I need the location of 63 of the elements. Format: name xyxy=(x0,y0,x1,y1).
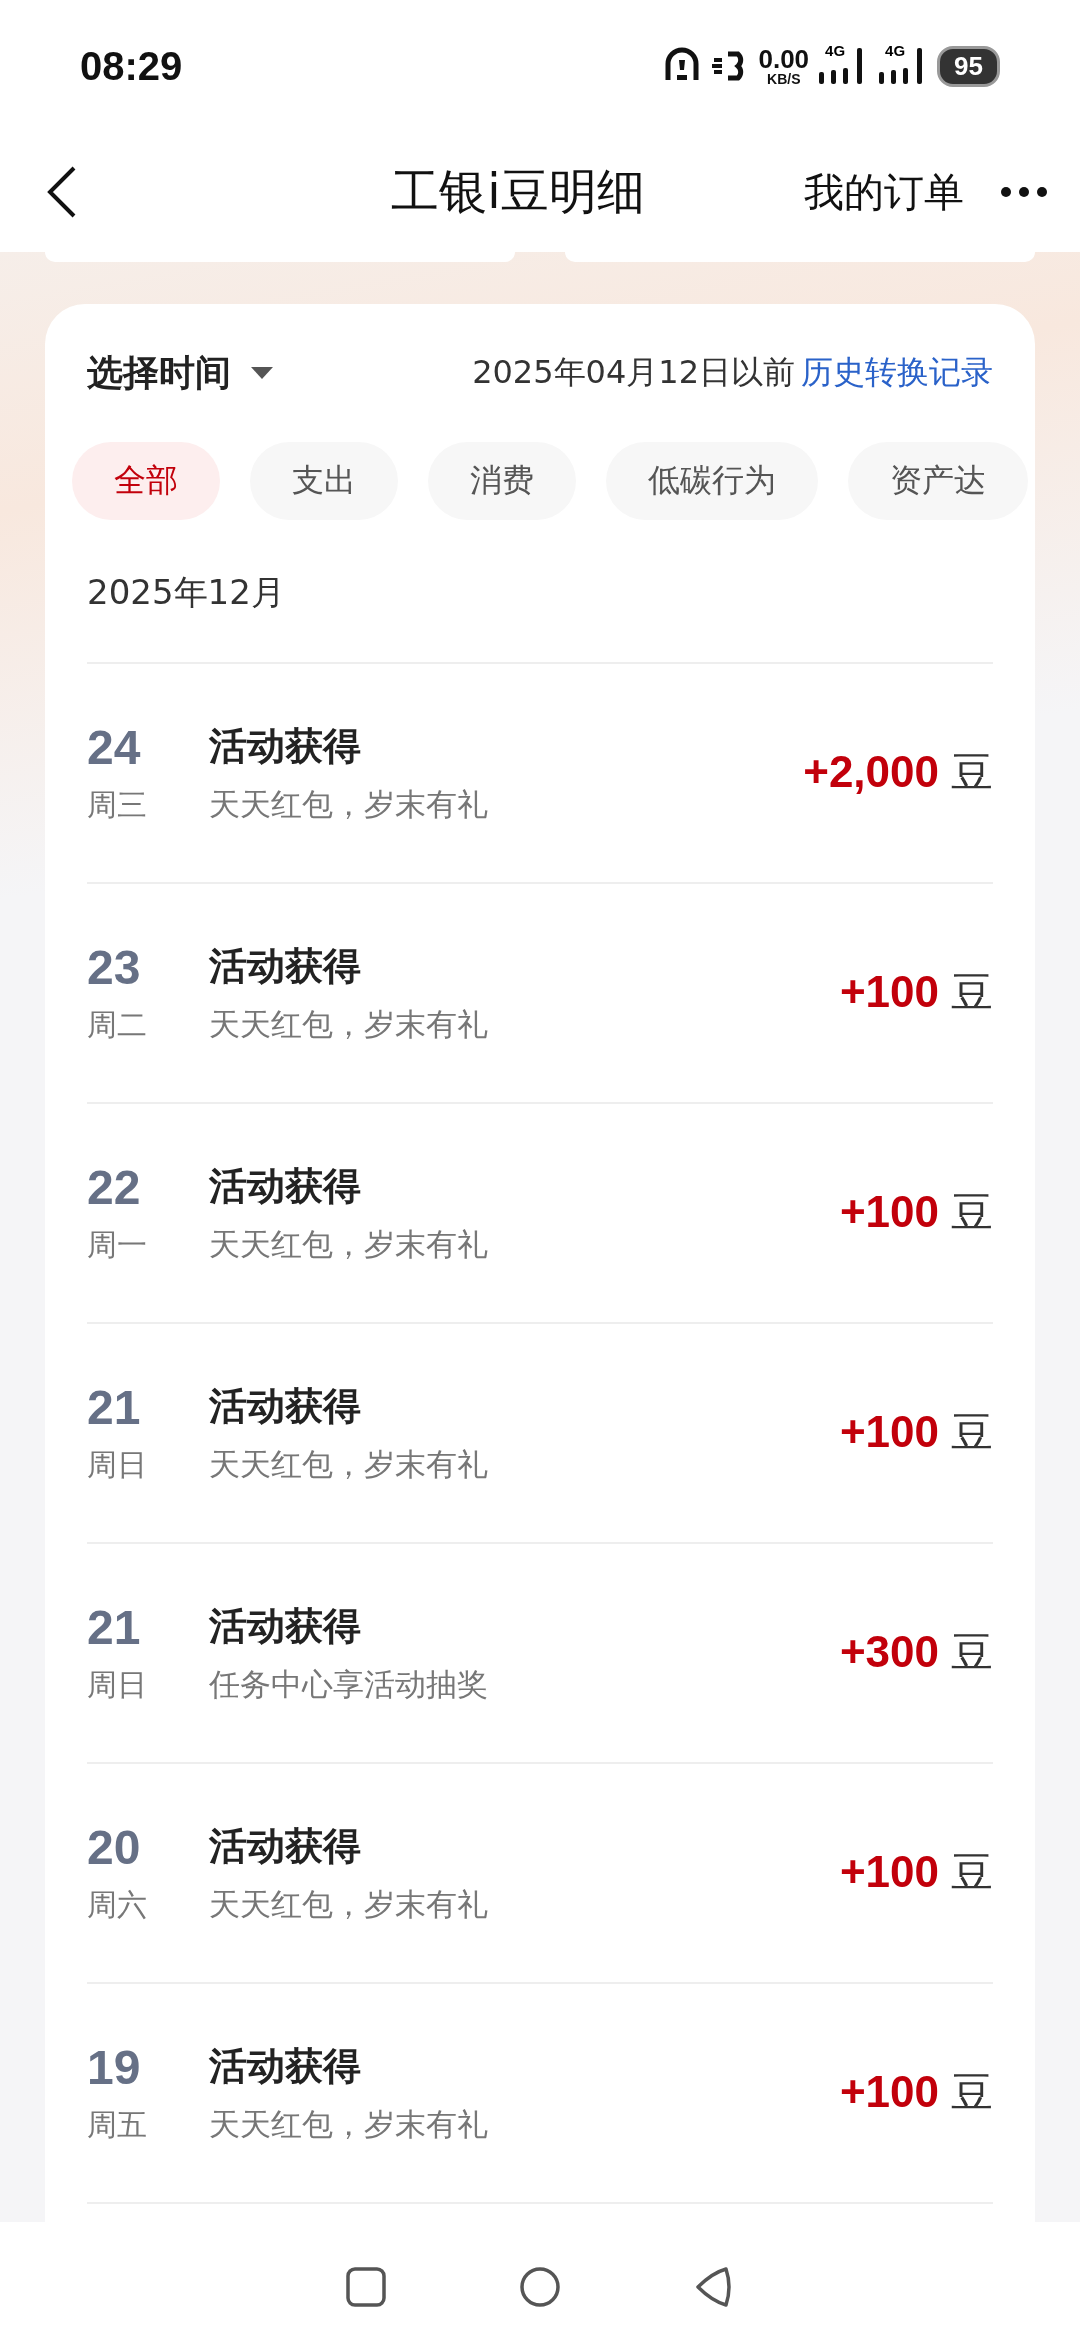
recent-apps-icon[interactable] xyxy=(344,2265,388,2309)
weekday: 周二 xyxy=(87,1006,148,1044)
day-number: 22 xyxy=(87,1160,142,1215)
amount: +100 xyxy=(839,1407,939,1457)
status-time: 08:29 xyxy=(80,43,183,89)
amount-unit: 豆 xyxy=(951,1627,993,1679)
day-number: 21 xyxy=(87,1600,142,1655)
amount: +2,000 xyxy=(803,747,939,797)
amount: +100 xyxy=(839,1847,939,1897)
weekday: 周六 xyxy=(87,1886,148,1924)
home-icon[interactable] xyxy=(518,2265,562,2309)
amount-unit: 豆 xyxy=(951,1847,993,1899)
weekday: 周三 xyxy=(87,786,148,824)
filter-chip[interactable]: 支出 xyxy=(250,442,398,520)
amount-unit: 豆 xyxy=(951,747,993,799)
day-number: 20 xyxy=(87,1820,142,1875)
record-title: 活动获得 xyxy=(209,1162,362,1210)
page-title: 工银i豆明细 xyxy=(390,162,646,221)
record-description: 天天红包，岁末有礼 xyxy=(209,1224,489,1264)
day-number: 23 xyxy=(87,940,142,995)
record-description: 任务中心享活动抽奖 xyxy=(209,1664,489,1704)
amount: +300 xyxy=(839,1627,939,1677)
record-title: 活动获得 xyxy=(209,1382,362,1430)
weekday: 周一 xyxy=(87,1226,148,1264)
amount-unit: 豆 xyxy=(951,1407,993,1459)
amount: +100 xyxy=(839,2067,939,2117)
weekday: 周日 xyxy=(87,1666,148,1704)
filter-chip[interactable]: 全部 xyxy=(72,442,220,520)
day-number: 24 xyxy=(87,720,142,775)
record-description: 天天红包，岁末有礼 xyxy=(209,1004,489,1044)
day-number: 19 xyxy=(87,2040,142,2095)
cutoff-date: 2025年04月12日以前 xyxy=(472,352,795,393)
network-type: 4G xyxy=(885,42,906,59)
amount: +100 xyxy=(839,967,939,1017)
time-picker[interactable]: 选择时间 xyxy=(87,348,273,398)
filter-chip[interactable]: 低碳行为 xyxy=(606,442,818,520)
record-description: 天天红包，岁末有礼 xyxy=(209,1884,489,1924)
filter-chip[interactable]: 消费 xyxy=(428,442,576,520)
record-title: 活动获得 xyxy=(209,722,362,770)
record-title: 活动获得 xyxy=(209,1602,362,1650)
more-icon[interactable] xyxy=(1000,186,1048,198)
weekday: 周日 xyxy=(87,1446,148,1484)
amount-unit: 豆 xyxy=(951,1187,993,1239)
day-number: 21 xyxy=(87,1380,142,1435)
record-description: 天天红包，岁末有礼 xyxy=(209,2104,489,2144)
record-description: 天天红包，岁末有礼 xyxy=(209,784,489,824)
record-title: 活动获得 xyxy=(209,1822,362,1870)
amount: +100 xyxy=(839,1187,939,1237)
net-speed: 0.00 xyxy=(758,46,810,72)
record-title: 活动获得 xyxy=(209,2042,362,2090)
my-orders-link[interactable]: 我的订单 xyxy=(804,164,964,220)
history-link[interactable]: 历史转换记录 xyxy=(801,351,993,395)
record-description: 天天红包，岁末有礼 xyxy=(209,1444,489,1484)
amount-unit: 豆 xyxy=(951,967,993,1019)
filter-chip[interactable]: 资产达 xyxy=(848,442,1028,520)
net-unit: KB/S xyxy=(767,72,801,86)
caret-icon xyxy=(251,367,273,379)
amount-unit: 豆 xyxy=(951,2067,993,2119)
record-title: 活动获得 xyxy=(209,942,362,990)
network-type: 4G xyxy=(825,42,846,59)
month-label: 2025年12月 xyxy=(87,520,993,664)
battery-level: 95 xyxy=(937,45,1000,87)
weekday: 周五 xyxy=(87,2106,148,2144)
